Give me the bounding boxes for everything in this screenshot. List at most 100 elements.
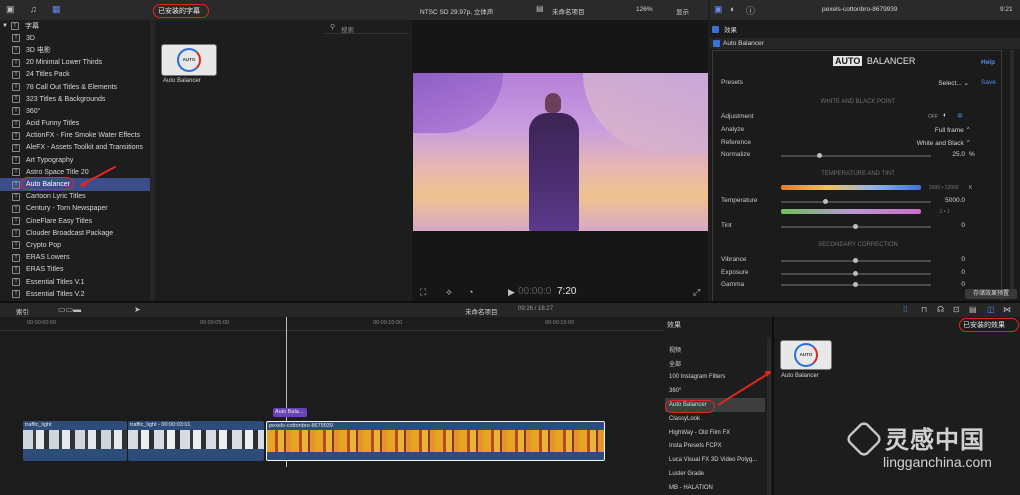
exposure-slider[interactable] — [781, 271, 931, 276]
sidebar-item[interactable]: T Clouder Broadcast Package — [0, 227, 150, 239]
inspector-scrollbar[interactable] — [1010, 50, 1014, 290]
sidebar-root-titles[interactable]: ▼ T 字幕 — [0, 20, 150, 32]
music-icon[interactable]: ♫ — [30, 4, 37, 14]
timeline-project-name[interactable]: 未命名项目 — [465, 306, 498, 316]
title-icon: T — [12, 204, 20, 213]
analyze-value[interactable]: Full frame ⌃ — [893, 126, 971, 134]
clip-pexels-cottonbro[interactable]: pexels-cottonbro-8679939 — [266, 421, 605, 461]
sidebar-item[interactable]: T ERAS Lowers — [0, 252, 150, 264]
sidebar-item[interactable]: T Essential Titles V.1 — [0, 276, 150, 288]
titles-icon[interactable]: ▦ — [52, 4, 61, 15]
clip-traffic-light-2[interactable]: traffic_light - 00:00:03:01 — [128, 421, 264, 461]
sidebar-item[interactable]: T Century - Torn Newspaper — [0, 203, 150, 215]
title-icon: T — [12, 107, 20, 116]
sidebar-item[interactable]: T Art Typography — [0, 154, 150, 166]
title-thumbnail[interactable]: AUTO — [161, 44, 217, 76]
sidebar-item[interactable]: T Essential Titles V.2 — [0, 288, 150, 300]
sidebar-item[interactable]: T 3D 电影 — [0, 44, 150, 56]
effects-category-item[interactable]: Luca Visual FX 3D Video Polyg... — [665, 453, 765, 467]
arrow-tool-icon[interactable]: ➤ — [134, 305, 141, 314]
tint-slider[interactable] — [781, 224, 931, 229]
effect-thumbnail[interactable]: AUTO — [780, 340, 832, 370]
index-button[interactable]: 索引 — [16, 306, 29, 316]
vibrance-knob[interactable] — [853, 258, 858, 263]
adjustment-eyedrop-icon[interactable]: ✲ — [957, 112, 963, 120]
effects-category-item[interactable]: MB - HALATION — [665, 481, 765, 495]
normalize-knob[interactable] — [817, 153, 822, 158]
sidebar-item[interactable]: T CineFlare Easy Titles — [0, 215, 150, 227]
ruler-mark-3: 00:00:15:00 — [545, 320, 575, 326]
skimming-icon[interactable]: ⊡ — [953, 305, 960, 314]
vibrance-value[interactable]: 0 — [935, 256, 965, 263]
save-link[interactable]: Save — [981, 79, 996, 86]
video-inspector-icon[interactable]: ▣ — [714, 4, 723, 15]
sidebar-item[interactable]: T Cartoon Lyric Titles — [0, 191, 150, 203]
exposure-value[interactable]: 0 — [935, 269, 965, 276]
timeline[interactable]: 00:00:00:00 00:00:05:00 00:00:10:00 00:0… — [0, 317, 665, 495]
temperature-knob[interactable] — [823, 199, 828, 204]
media-icon[interactable]: ▣ — [6, 4, 15, 15]
tint-value[interactable]: 0 — [935, 222, 965, 229]
sidebar-item[interactable]: T 360° — [0, 105, 150, 117]
effects-category-item[interactable]: Insta Presets FCPX — [665, 440, 765, 454]
vibrance-slider[interactable] — [781, 258, 931, 263]
effects-checkbox[interactable] — [712, 25, 719, 33]
temperature-slider[interactable] — [781, 199, 931, 204]
sidebar-item[interactable]: T 24 Titles Pack — [0, 69, 150, 81]
effect-clip[interactable]: Auto Bala... — [273, 408, 307, 417]
disclosure-icon[interactable]: ▼ — [2, 23, 8, 29]
temperature-value[interactable]: 5000.0 — [925, 197, 965, 204]
adjustment-off[interactable]: OFF — [928, 114, 938, 120]
sidebar-item[interactable]: T Acid Funny Titles — [0, 118, 150, 130]
gamma-knob[interactable] — [853, 282, 858, 287]
effects-category-item[interactable]: Luster Grade — [665, 467, 765, 481]
tint-knob[interactable] — [853, 224, 858, 229]
presets-select[interactable]: Select... ⌄ — [913, 79, 969, 87]
zoom-menu[interactable]: 126% — [636, 6, 653, 13]
normalize-slider[interactable] — [781, 153, 931, 158]
transform-icon[interactable]: ⛶ — [420, 287, 426, 298]
transitions-icon[interactable]: ⋈ — [1003, 305, 1011, 314]
view-menu[interactable]: 显示 — [676, 6, 689, 16]
normalize-value[interactable]: 25.0 — [933, 151, 965, 158]
exposure-knob[interactable] — [853, 271, 858, 276]
crop-icon[interactable]: ⟡ — [446, 287, 452, 298]
effect-checkbox[interactable] — [713, 40, 720, 47]
sidebar-item[interactable]: T 20 Minimal Lower Thirds — [0, 57, 150, 69]
fullscreen-icon[interactable]: ⤢ — [693, 287, 700, 298]
speed-icon[interactable]: ◔ — [468, 287, 473, 297]
gamma-value[interactable]: 0 — [935, 281, 965, 286]
adjustment-auto-icon[interactable]: ◐ — [943, 112, 947, 119]
info-inspector-icon[interactable]: ⓘ — [746, 4, 755, 17]
save-preset-button[interactable]: 存储效果预置 — [965, 289, 1017, 299]
gamma-slider[interactable] — [781, 282, 931, 287]
help-link[interactable]: Help — [981, 59, 995, 66]
effects-category-item[interactable]: HighWay - Old Film FX — [665, 426, 765, 440]
sidebar-item[interactable]: T 323 Titles & Backgrounds — [0, 93, 150, 105]
effects-list-scrollbar[interactable] — [767, 337, 771, 495]
sidebar-item[interactable]: T ERAS Titles — [0, 264, 150, 276]
play-icon[interactable]: ▶ — [508, 287, 515, 298]
film-strip-icon[interactable]: ▤ — [969, 305, 977, 314]
snapping-icon[interactable]: ⊓ — [921, 305, 927, 314]
sidebar-item[interactable]: T 3D — [0, 32, 150, 44]
effects-category-item[interactable]: 360° — [665, 384, 765, 398]
clip-traffic-light-1[interactable]: traffic_light — [23, 421, 127, 461]
effects-category-head[interactable]: 视频 — [665, 343, 765, 357]
sidebar-item[interactable]: T 78 Call Out Titles & Elements — [0, 81, 150, 93]
clip-tools-icon[interactable]: ▭▭▬ — [58, 305, 81, 314]
viewer-frame[interactable] — [413, 73, 708, 231]
effects-category-item[interactable]: ClassyLook — [665, 412, 765, 426]
sidebar-item[interactable]: T AleFX - Assets Toolkit and Transitions — [0, 142, 150, 154]
sidebar-item[interactable]: T Astro Space Title 20 — [0, 166, 150, 178]
sidebar-item[interactable]: T ActionFX - Fire Smoke Water Effects — [0, 130, 150, 142]
effects-browser-icon[interactable]: ◫ — [987, 305, 995, 314]
sidebar-item[interactable]: T Crypto Pop — [0, 239, 150, 251]
auto-balancer-effect-icon: AUTO — [794, 343, 818, 367]
reference-value[interactable]: White and Black ⌃ — [883, 139, 971, 147]
headphones-icon[interactable]: ☊ — [937, 305, 944, 314]
effects-category-item[interactable]: 全部 — [665, 357, 765, 371]
color-inspector-icon[interactable]: ◐ — [730, 4, 735, 14]
search-field[interactable]: ⚲ 搜索 — [325, 23, 409, 34]
audio-meter-icon[interactable]: ⁞⁞ — [903, 305, 907, 314]
